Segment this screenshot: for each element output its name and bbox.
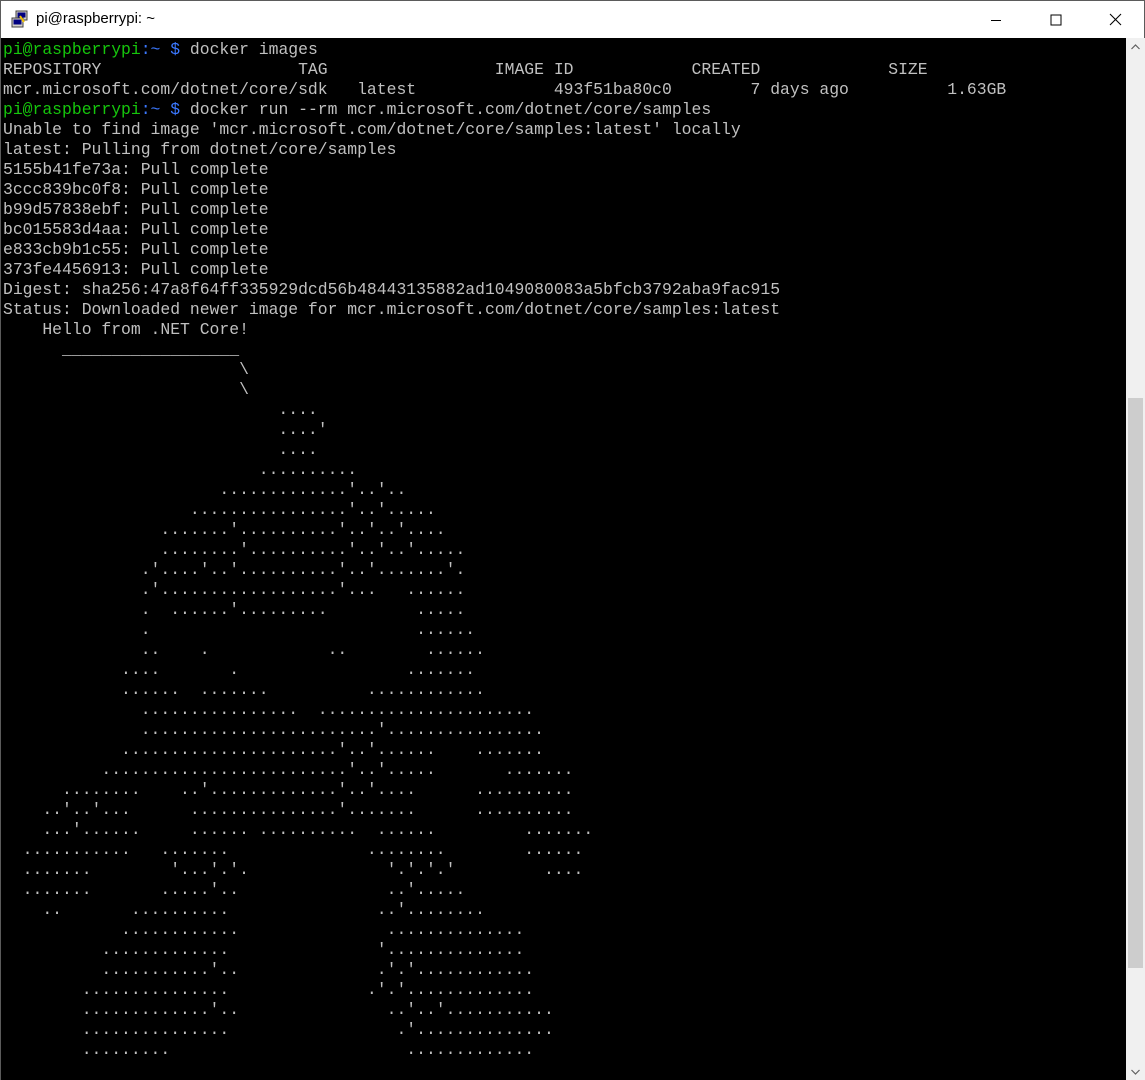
output-line: ...'...... ...... .......... ...... ....… [3, 820, 594, 839]
scroll-down-icon [1131, 1069, 1140, 1075]
output-line: ............. '.............. [3, 940, 525, 959]
maximize-button[interactable] [1033, 1, 1079, 38]
close-button[interactable] [1092, 1, 1138, 38]
command-text: docker run --rm mcr.microsoft.com/dotnet… [180, 100, 712, 119]
output-line: Hello from .NET Core! [3, 320, 249, 339]
scroll-up-icon [1131, 43, 1140, 49]
output-line: ..'..'... ...............'....... ......… [3, 800, 574, 819]
output-line: . ......'......... ..... [3, 600, 466, 619]
output-line: .............'.. ..'..'........... [3, 1000, 554, 1019]
output-line: ......................'..'...... ....... [3, 740, 544, 759]
output-line: .. .......... ..'........ [3, 900, 485, 919]
title-bar[interactable]: pi@raspberrypi: ~ [1, 1, 1144, 38]
output-line: Digest: sha256:47a8f64ff335929dcd56b4844… [3, 280, 781, 299]
output-line: .. . .. ...... [3, 640, 485, 659]
window-title: pi@raspberrypi: ~ [36, 10, 156, 27]
minimize-button[interactable] [973, 1, 1019, 38]
output-line: .... [3, 400, 318, 419]
output-line: ....... .....'.. ..'..... [3, 880, 466, 899]
output-line: bc015583d4aa: Pull complete [3, 220, 269, 239]
output-line: .......... [3, 460, 358, 479]
prompt-path: :~ $ [140, 100, 181, 119]
output-line: mcr.microsoft.com/dotnet/core/sdk latest… [3, 80, 1007, 99]
output-line: ........'..........'..'..'..... [3, 540, 466, 559]
output-line: latest: Pulling from dotnet/core/samples [3, 140, 397, 159]
prompt-path: :~ $ [140, 40, 181, 59]
scroll-thumb[interactable] [1128, 398, 1143, 968]
output-line: ....... '...'.'. '.'.'.' .... [3, 860, 584, 879]
terminal-window: pi@raspberrypi: ~ pi@raspberrypi:~ $ doc… [0, 0, 1145, 1080]
output-line: .'..................'... ...... [3, 580, 466, 599]
output-line: ............... .'.'............. [3, 980, 535, 999]
output-line: ......... ............. [3, 1040, 535, 1059]
output-line: 5155b41fe73a: Pull complete [3, 160, 269, 179]
putty-icon[interactable] [11, 10, 29, 28]
output-line: ....' [3, 420, 328, 439]
output-line: __________________ [3, 340, 240, 359]
output-line: Unable to find image 'mcr.microsoft.com/… [3, 120, 741, 139]
scroll-up-button[interactable] [1126, 38, 1145, 55]
output-line: . ...... [3, 620, 476, 639]
scroll-down-button[interactable] [1126, 1063, 1145, 1080]
output-line: e833cb9b1c55: Pull complete [3, 240, 269, 259]
prompt-line: pi@raspberrypi:~ $ docker run --rm mcr.m… [3, 100, 711, 120]
output-line: \ [3, 360, 249, 379]
output-line: ...... ....... ............ [3, 680, 485, 699]
output-line: ................ ...................... [3, 700, 535, 719]
output-line: ................'..'..... [3, 500, 436, 519]
close-icon [1109, 13, 1121, 26]
output-line: .... . ....... [3, 660, 476, 679]
output-line: \ [3, 380, 249, 399]
command-text: docker images [180, 40, 318, 59]
output-line: Status: Downloaded newer image for mcr.m… [3, 300, 781, 319]
output-line: .......'..........'..'..'.... [3, 520, 446, 539]
output-line: ........ ..'.............'..'.... ......… [3, 780, 574, 799]
output-line: ........... ....... ........ ...... [3, 840, 584, 859]
prompt-line: pi@raspberrypi:~ $ docker images [3, 40, 318, 60]
output-line: .... [3, 440, 318, 459]
output-line: 3ccc839bc0f8: Pull complete [3, 180, 269, 199]
output-line: REPOSITORY TAG IMAGE ID CREATED SIZE [3, 60, 928, 79]
output-line: .'....'..'..........'..'.......'. [3, 560, 466, 579]
vertical-scrollbar[interactable] [1126, 38, 1145, 1080]
output-line: ............... .'.............. [3, 1020, 554, 1039]
maximize-icon [1050, 14, 1062, 25]
output-line: 373fe4456913: Pull complete [3, 260, 269, 279]
terminal-screen[interactable]: pi@raspberrypi:~ $ docker images REPOSITO… [1, 38, 1126, 1080]
output-line: .........................'..'..... .....… [3, 760, 574, 779]
prompt-user: pi@raspberrypi [3, 100, 141, 119]
output-line: ............ .............. [3, 920, 525, 939]
output-line: .............'..'.. [3, 480, 407, 499]
output-line: ...........'.. .'.'............ [3, 960, 535, 979]
output-line: b99d57838ebf: Pull complete [3, 200, 269, 219]
output-line: ........................'...............… [3, 720, 544, 739]
prompt-user: pi@raspberrypi [3, 40, 141, 59]
minimize-icon [991, 19, 1001, 21]
